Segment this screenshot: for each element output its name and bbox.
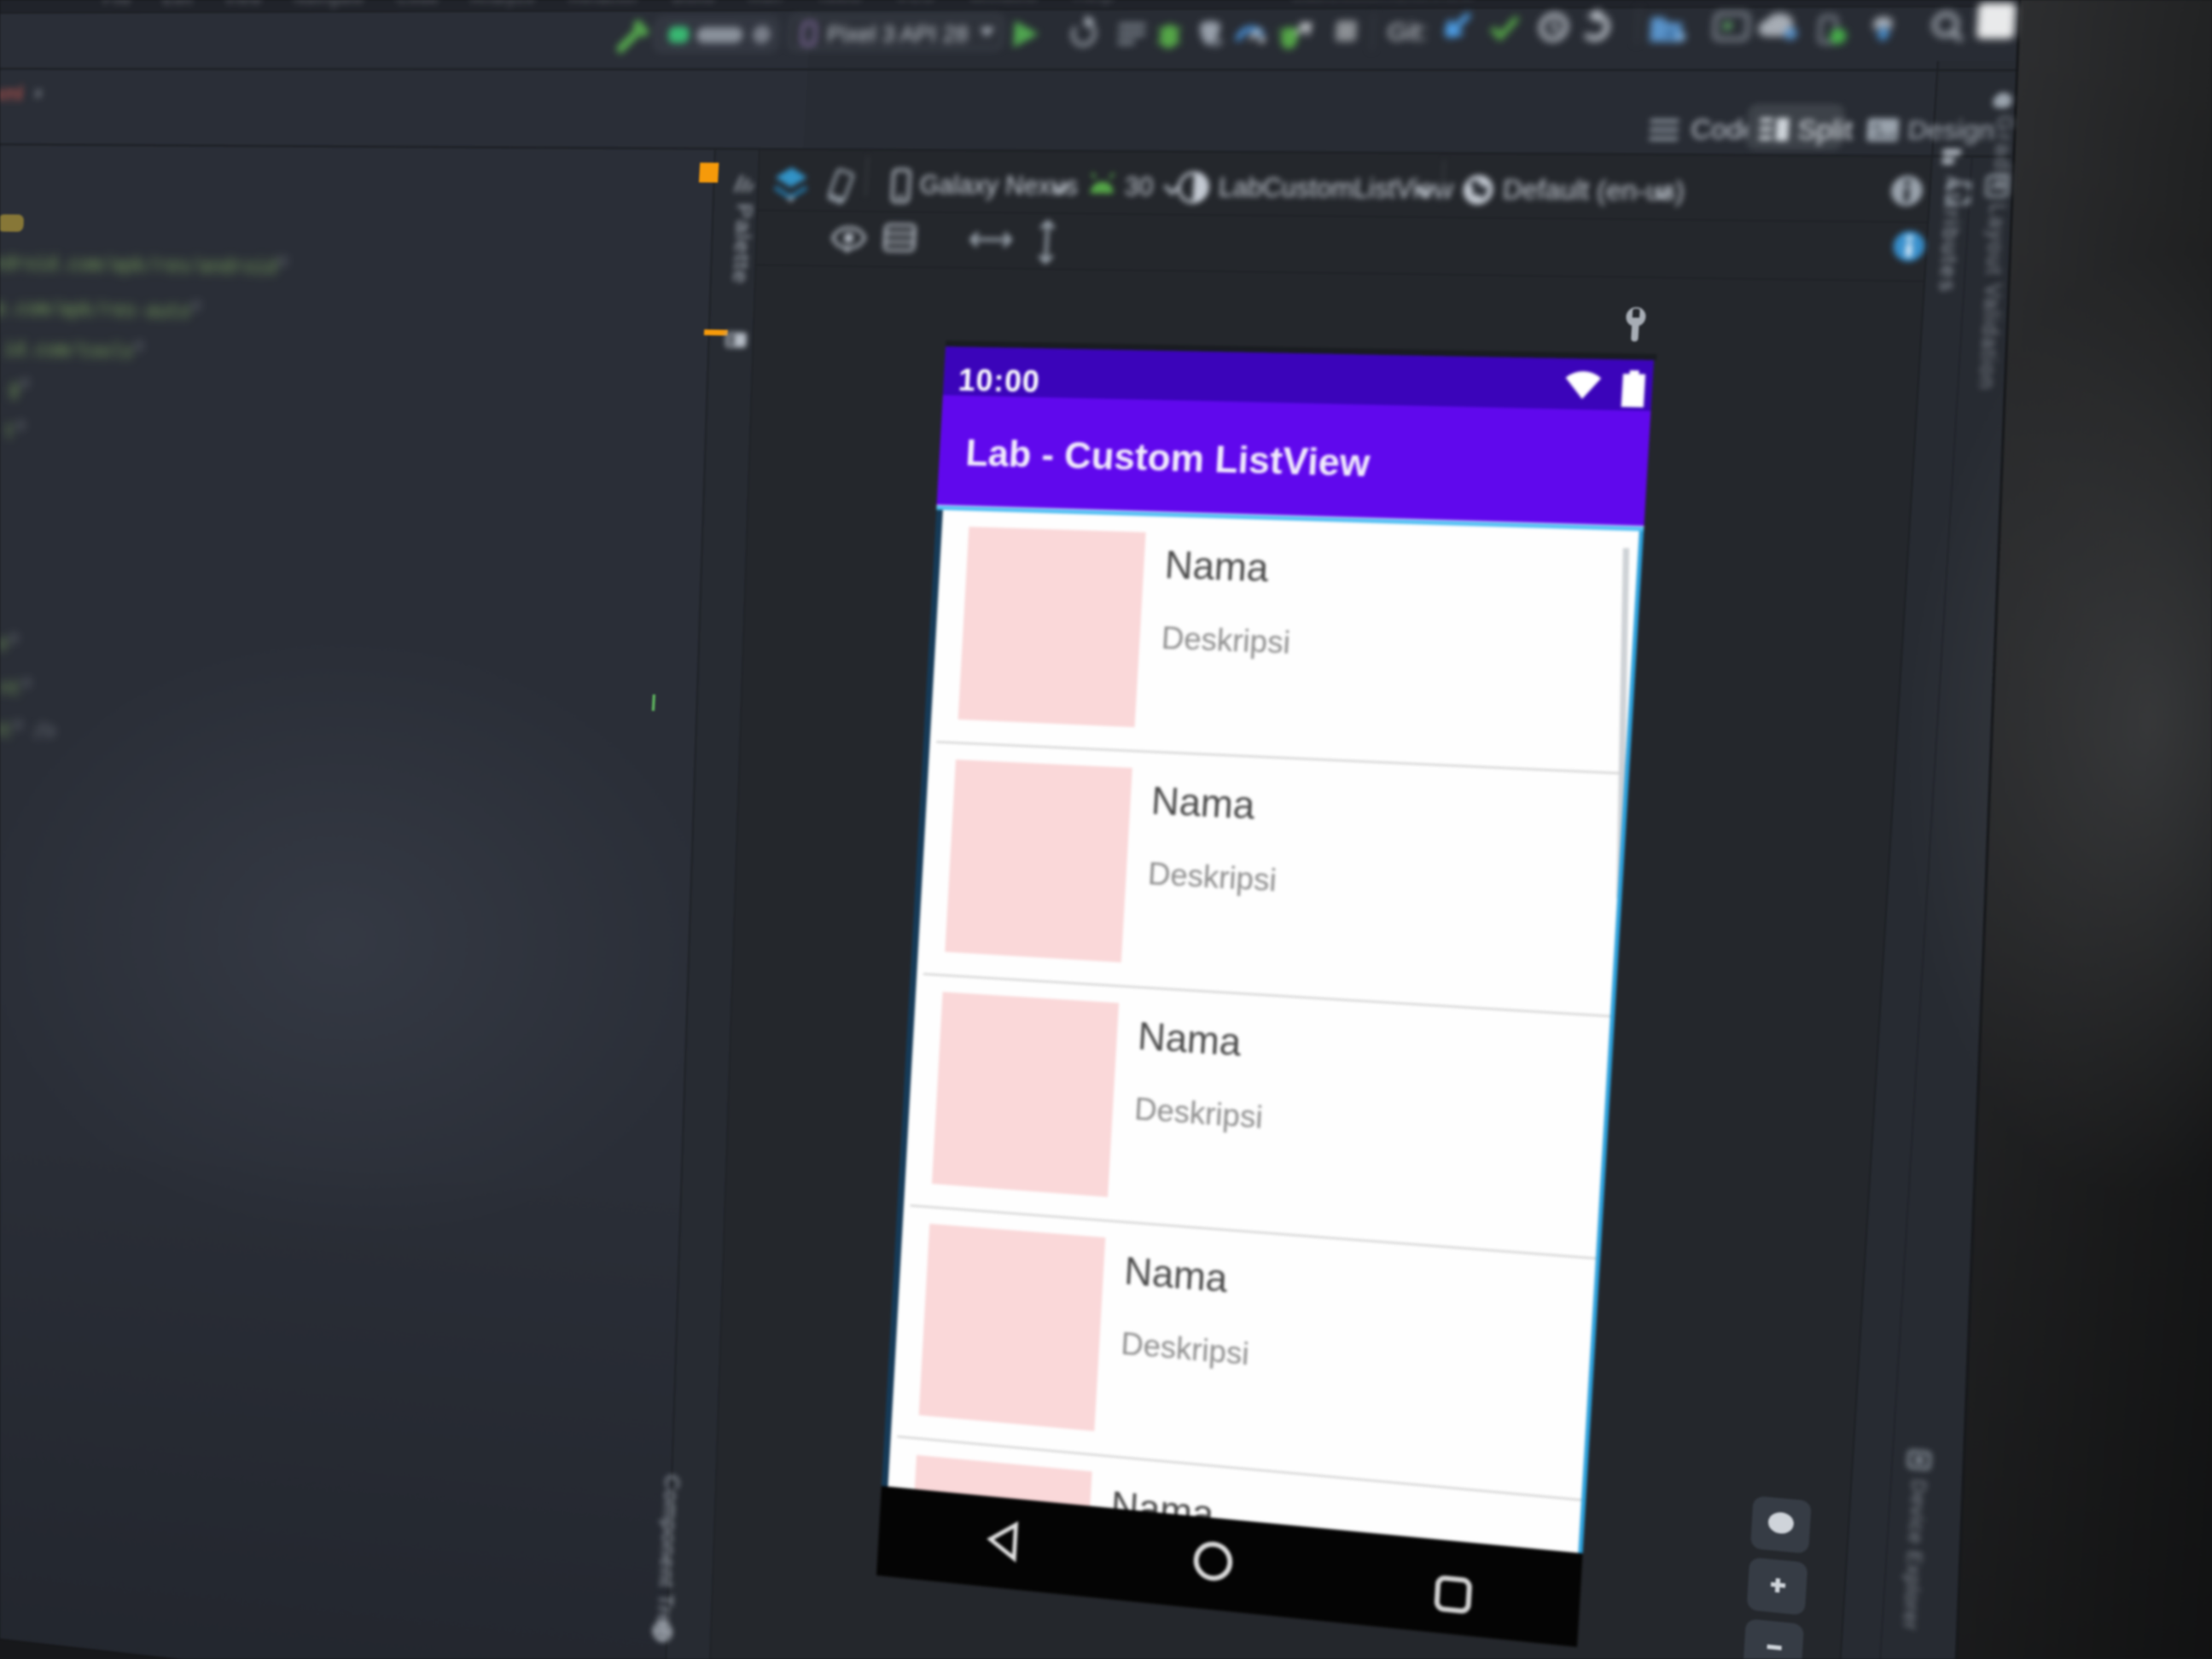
svg-text:Git:: Git: — [1387, 17, 1429, 46]
svg-text:Pixel 3 API 28: Pixel 3 API 28 — [826, 22, 969, 48]
